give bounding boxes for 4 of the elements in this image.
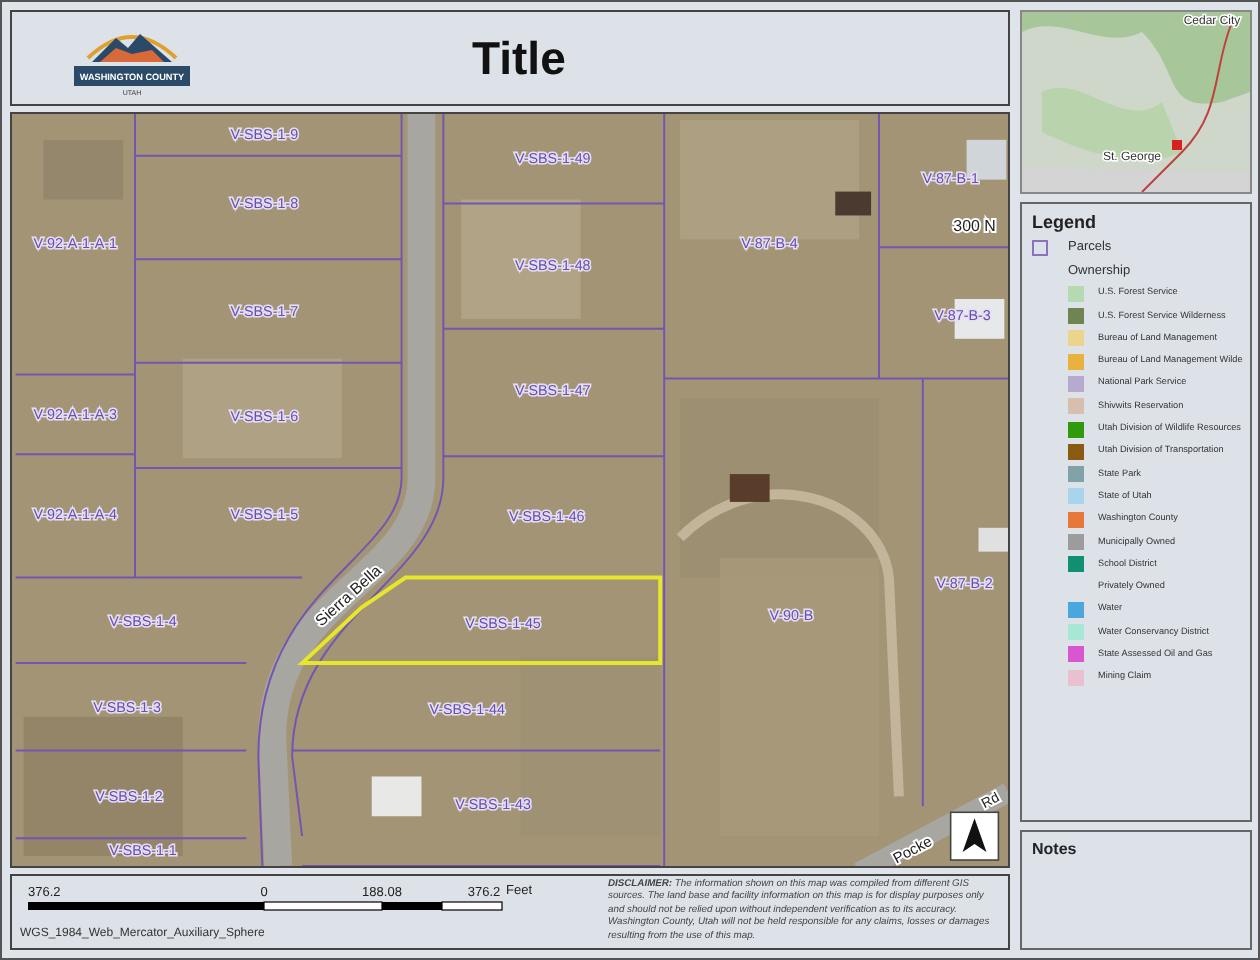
legend-title: Legend (1032, 210, 1099, 236)
road-label: 300 N (953, 217, 996, 236)
map-title: Title (472, 29, 566, 88)
notes-title: Notes (1032, 838, 1079, 862)
